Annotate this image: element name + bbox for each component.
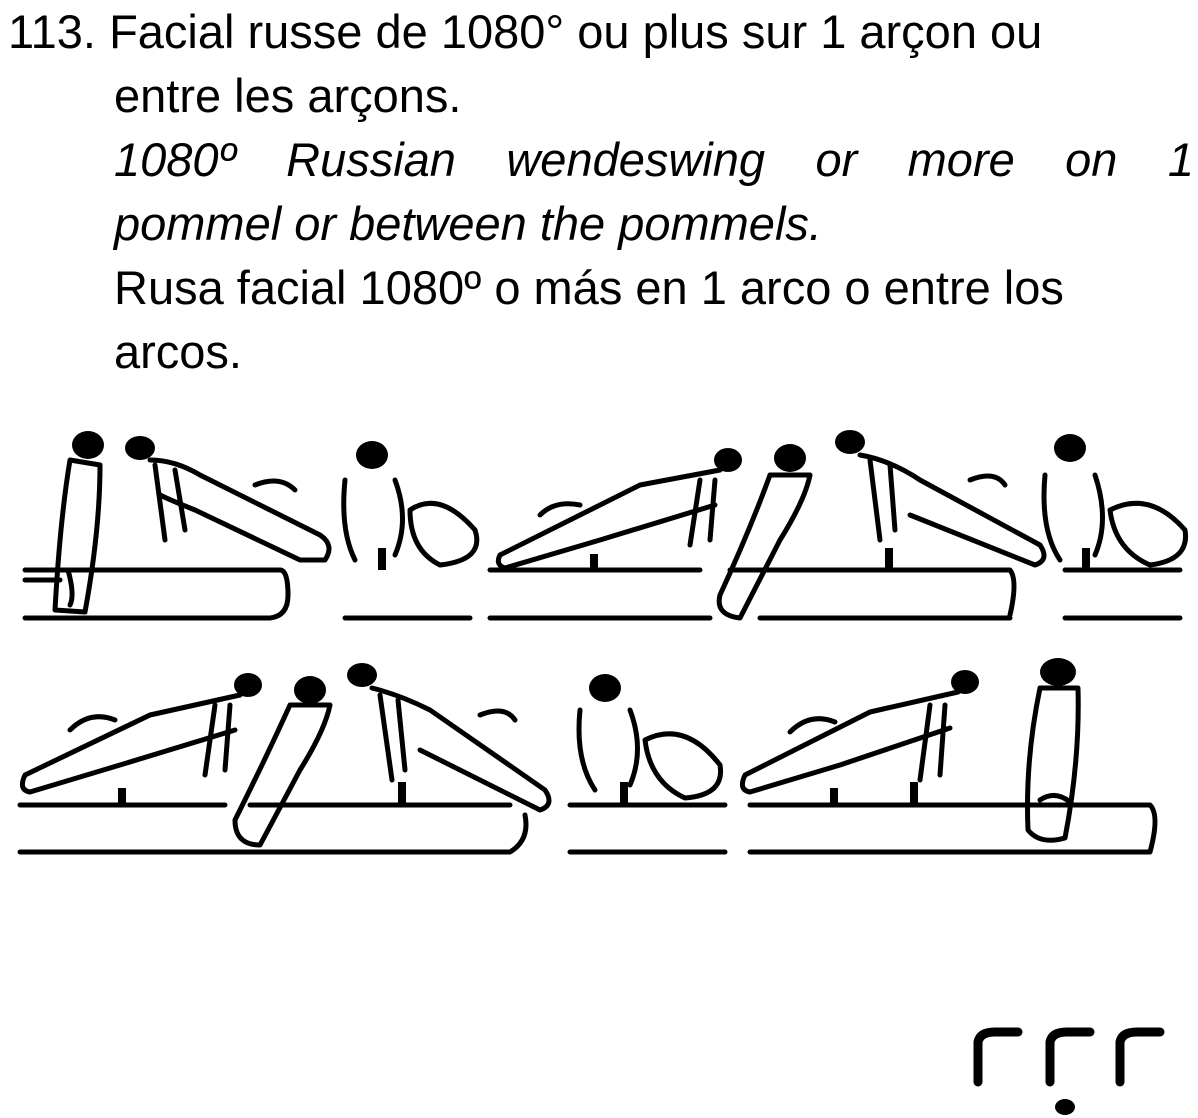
french-line-1: 113. Facial russe de 1080° ou plus sur 1… xyxy=(8,0,1194,64)
spanish-line-2: arcos. xyxy=(114,325,242,378)
spanish-line-1: Rusa facial 1080º o más en 1 arco o entr… xyxy=(114,261,1064,314)
french-text-1: Facial russe de 1080° ou plus sur 1 arço… xyxy=(109,5,1043,58)
element-number: 113. xyxy=(8,5,96,58)
english-line-1: 1080º Russian wendeswing or more on 1 xyxy=(114,133,1194,186)
value-symbol xyxy=(973,1027,1165,1115)
french-line-2: entre les arçons. xyxy=(114,69,462,122)
gymnast-frames-row-2 xyxy=(19,658,1081,848)
horse-row-1 xyxy=(22,548,1183,621)
horse-row-2 xyxy=(17,782,1158,855)
element-description: 113. Facial russe de 1080° ou plus sur 1… xyxy=(8,0,1194,384)
pommel-horse-illustration xyxy=(17,430,1189,855)
english-line-2: pommel or between the pommels. xyxy=(114,197,822,250)
